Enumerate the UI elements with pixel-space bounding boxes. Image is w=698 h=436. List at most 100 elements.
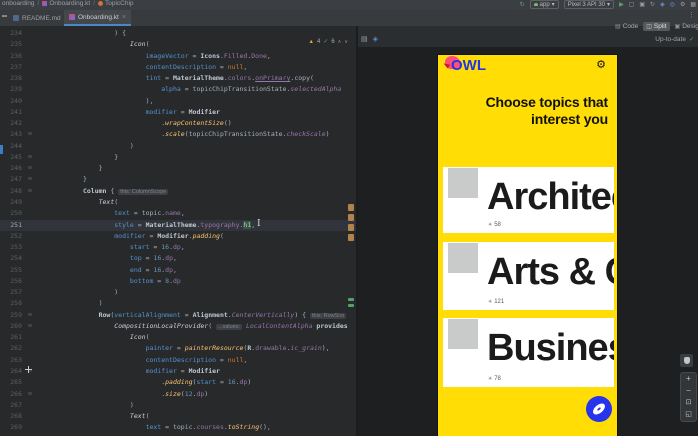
line-number[interactable]: 242 <box>0 118 24 129</box>
code-line[interactable]: 269text = topic.courses.toString(), <box>0 422 356 433</box>
line-number[interactable]: 258 <box>0 298 24 309</box>
mode-code-button[interactable]: ▤ Code <box>612 22 641 31</box>
zoom-out-button[interactable]: − <box>681 385 696 397</box>
code-line[interactable]: 240), <box>0 96 356 107</box>
logcat-icon[interactable]: ◎ <box>670 1 675 9</box>
line-number[interactable]: 246 <box>0 163 24 174</box>
code-line[interactable]: 234) { <box>0 28 356 39</box>
code-line[interactable]: 244) <box>0 141 356 152</box>
fold-marker-icon[interactable]: ⊟ <box>24 163 36 174</box>
code-line[interactable]: 245⊟} <box>0 152 356 163</box>
line-number[interactable]: 263 <box>0 355 24 366</box>
line-number[interactable]: 236 <box>0 51 24 62</box>
line-number[interactable]: 235 <box>0 39 24 50</box>
fold-marker-icon[interactable]: ⊟ <box>24 129 36 140</box>
inspection-widget[interactable]: ▲ 4 ✓ 6 ∧ ∨ <box>308 38 348 45</box>
next-issue-icon[interactable]: ∨ <box>344 39 348 45</box>
code-line[interactable]: 256bottom = 8.dp <box>0 276 356 287</box>
line-number[interactable]: 248 <box>0 186 24 197</box>
topic-card[interactable]: Arts & Crafts✳121 <box>443 242 614 310</box>
line-number[interactable]: 256 <box>0 276 24 287</box>
line-number[interactable]: 247 <box>0 174 24 185</box>
code-line[interactable]: 258) <box>0 298 356 309</box>
code-lines[interactable]: 234) {235Icon(236imageVector = Icons.Fil… <box>0 28 356 436</box>
line-number[interactable]: 245 <box>0 152 24 163</box>
tab-onboarding[interactable]: Onboarding.kt × <box>64 10 131 26</box>
breadcrumb[interactable]: onboarding/Onboarding.kt/TopicChip <box>2 0 134 7</box>
fold-marker-icon[interactable]: ⊟ <box>24 321 36 332</box>
layout-inspector-icon[interactable]: ◈ <box>373 35 378 43</box>
line-number[interactable]: 262 <box>0 343 24 354</box>
code-line[interactable]: 241modifier = Modifier <box>0 107 356 118</box>
fold-marker-icon[interactable]: ⊟ <box>24 389 36 400</box>
code-line[interactable]: 249Text( <box>0 197 356 208</box>
code-line[interactable]: 264⊟modifier = Modifier <box>0 366 356 377</box>
code-editor[interactable]: 234) {235Icon(236imageVector = Icons.Fil… <box>0 26 356 436</box>
code-line[interactable]: 238tint = MaterialTheme.colors.onPrimary… <box>0 73 356 84</box>
fold-marker-icon[interactable]: ⊟ <box>24 310 36 321</box>
line-number[interactable]: 260 <box>0 321 24 332</box>
code-line[interactable]: 250text = topic.name, <box>0 208 356 219</box>
zoom-in-button[interactable]: + <box>681 373 696 385</box>
line-number[interactable]: 265 <box>0 377 24 388</box>
zoom-to-fit-button[interactable]: ⊡ <box>681 397 696 409</box>
code-line[interactable]: 239alpha = topicChipTransitionState.sele… <box>0 84 356 95</box>
code-line[interactable]: 260⊟CompositionLocalProvider( ...values:… <box>0 321 356 332</box>
line-number[interactable]: 238 <box>0 73 24 84</box>
line-number[interactable]: 266 <box>0 389 24 400</box>
breadcrumb-item[interactable]: onboarding <box>2 0 35 7</box>
topic-card[interactable]: Business✳78 <box>443 318 614 387</box>
line-number[interactable]: 240 <box>0 96 24 107</box>
mode-design-button[interactable]: ▣ Design <box>672 22 698 31</box>
fold-marker-icon[interactable]: ⊟ <box>24 152 36 163</box>
line-number[interactable]: 253 <box>0 242 24 253</box>
run-icon[interactable]: ▶ <box>619 1 624 9</box>
code-line[interactable]: 267) <box>0 400 356 411</box>
stop-icon[interactable]: ▢ <box>629 1 635 9</box>
code-line[interactable]: 261Icon( <box>0 332 356 343</box>
line-number[interactable]: 261 <box>0 332 24 343</box>
code-line[interactable]: 248⊟Column { this: ColumnScope <box>0 186 356 197</box>
pan-button[interactable] <box>680 354 693 367</box>
settings-gear-icon[interactable]: ⚙ <box>596 59 606 71</box>
line-number[interactable]: 257 <box>0 287 24 298</box>
device-selector[interactable]: Pixel 3 API 30 ▾ <box>564 0 614 9</box>
layout-icon[interactable]: ▦ <box>690 1 696 9</box>
device-manager-icon[interactable]: ◈ <box>660 1 665 9</box>
line-number[interactable]: 243 <box>0 129 24 140</box>
breadcrumb-item[interactable]: Onboarding.kt <box>42 0 90 7</box>
profiler-icon[interactable]: ▣ <box>639 1 645 9</box>
code-line[interactable]: 255end = 16.dp, <box>0 265 356 276</box>
preview-canvas[interactable]: OWL ⚙ Choose topics that interest you Ar… <box>358 47 698 436</box>
code-line[interactable]: 263contentDescription = null, <box>0 355 356 366</box>
line-number[interactable]: 239 <box>0 84 24 95</box>
code-line[interactable]: 262painter = painterResource(R.drawable.… <box>0 343 356 354</box>
code-line[interactable]: 251style = MaterialTheme.typography.h1, <box>0 220 356 231</box>
mode-split-button[interactable]: ◫ Split <box>643 22 669 31</box>
code-line[interactable]: 237contentDescription = null, <box>0 62 356 73</box>
line-number[interactable]: 252 <box>0 231 24 242</box>
line-number[interactable]: 241 <box>0 107 24 118</box>
code-line[interactable]: 259⊟Row(verticalAlignment = Alignment.Ce… <box>0 310 356 321</box>
drag-handle-icon[interactable] <box>25 366 32 373</box>
code-line[interactable]: 252modifier = Modifier.padding( <box>0 231 356 242</box>
fold-marker-icon[interactable]: ⊟ <box>24 186 36 197</box>
fold-marker-icon[interactable]: ⊟ <box>24 174 36 185</box>
view-options-icon[interactable]: ▤ <box>361 35 368 43</box>
code-line[interactable]: 243⊟.scale(topicChipTransitionState.chec… <box>0 129 356 140</box>
line-number[interactable]: 255 <box>0 265 24 276</box>
code-line[interactable]: 266⊟.size(12.dp) <box>0 389 356 400</box>
settings-icon[interactable]: ⚙ <box>680 1 685 9</box>
line-number[interactable]: 254 <box>0 253 24 264</box>
rerun-icon[interactable]: ↻ <box>650 1 655 9</box>
line-number[interactable]: 267 <box>0 400 24 411</box>
menu-icon[interactable]: ═ <box>2 13 7 20</box>
prev-issue-icon[interactable]: ∧ <box>338 39 342 45</box>
code-line[interactable]: 247⊟} <box>0 174 356 185</box>
line-number[interactable]: 269 <box>0 422 24 433</box>
line-number[interactable]: 244 <box>0 141 24 152</box>
code-line[interactable]: 235Icon( <box>0 39 356 50</box>
code-line[interactable]: 236imageVector = Icons.Filled.Done, <box>0 51 356 62</box>
line-number[interactable]: 264 <box>0 366 24 377</box>
code-line[interactable]: 254top = 16.dp, <box>0 253 356 264</box>
